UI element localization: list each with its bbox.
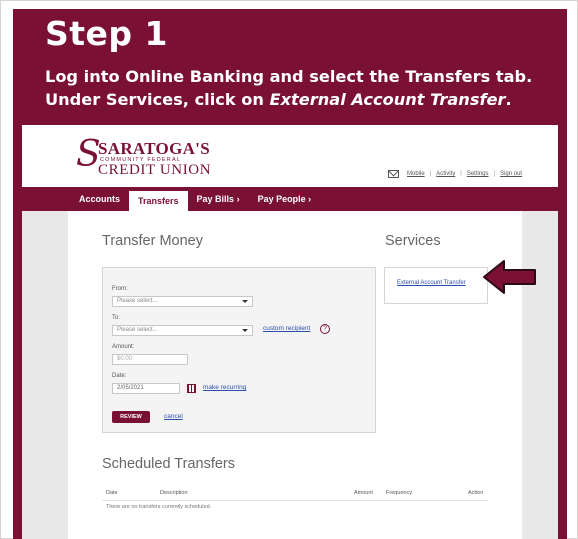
column-header-description: Description bbox=[160, 490, 188, 496]
to-select[interactable]: Please select... bbox=[112, 325, 253, 336]
credit-union-logo[interactable]: S SARATOGA'S COMMUNITY FEDERAL CREDIT UN… bbox=[76, 135, 226, 179]
amount-label: Amount: bbox=[112, 344, 135, 350]
empty-schedule-message: There are no transfers currently schedul… bbox=[106, 504, 212, 510]
logo-credit-union: CREDIT UNION bbox=[98, 162, 212, 178]
column-header-date: Date bbox=[106, 490, 118, 496]
review-button[interactable]: REVIEW bbox=[112, 411, 150, 423]
s-swirl-icon: S bbox=[76, 134, 101, 175]
column-header-amount: Amount bbox=[354, 490, 373, 496]
step-instruction-prefix: Under Services, click on bbox=[45, 90, 270, 109]
step-instruction-suffix: . bbox=[505, 90, 512, 109]
nav-accounts[interactable]: Accounts bbox=[70, 187, 129, 211]
from-label: From: bbox=[112, 286, 128, 292]
main-content: Transfer Money Services From: Please sel… bbox=[68, 211, 522, 539]
main-nav: Accounts Transfers Pay Bills › Pay Peopl… bbox=[22, 187, 558, 211]
arrow-left-icon bbox=[483, 260, 536, 294]
link-activity[interactable]: Activity bbox=[436, 171, 455, 177]
make-recurring-link[interactable]: make recurring bbox=[203, 384, 246, 391]
cancel-link[interactable]: cancel bbox=[164, 413, 183, 420]
step-instruction-line-2: Under Services, click on External Accoun… bbox=[45, 90, 512, 109]
custom-recipient-link[interactable]: custom recipient bbox=[263, 325, 310, 332]
amount-input[interactable]: $0.00 bbox=[112, 354, 188, 365]
logo-name: SARATOGA'S bbox=[98, 139, 210, 158]
from-select[interactable]: Please select... bbox=[112, 296, 253, 307]
nav-pay-people[interactable]: Pay People › bbox=[249, 187, 321, 211]
transfer-money-heading: Transfer Money bbox=[102, 233, 203, 249]
frame-rail-left bbox=[13, 125, 22, 539]
chevron-down-icon bbox=[242, 329, 248, 332]
step-instruction-line-1: Log into Online Banking and select the T… bbox=[45, 67, 533, 86]
transfer-form: From: Please select... To: Please select… bbox=[102, 267, 376, 433]
banking-screenshot: S SARATOGA'S COMMUNITY FEDERAL CREDIT UN… bbox=[22, 125, 558, 539]
nav-pay-bills[interactable]: Pay Bills › bbox=[188, 187, 249, 211]
date-input[interactable]: 2/05/2021 bbox=[112, 383, 180, 394]
column-header-action: Action bbox=[468, 490, 484, 496]
services-heading: Services bbox=[385, 233, 441, 249]
nav-transfers[interactable]: Transfers bbox=[129, 191, 188, 211]
help-circle-icon[interactable]: ? bbox=[320, 324, 330, 334]
step-title: Step 1 bbox=[45, 14, 168, 53]
services-box: External Account Transfer bbox=[384, 267, 488, 304]
scheduled-transfers-heading: Scheduled Transfers bbox=[102, 456, 235, 472]
external-account-transfer-link[interactable]: External Account Transfer bbox=[397, 280, 466, 286]
calendar-icon[interactable] bbox=[187, 384, 196, 393]
link-sign-out[interactable]: Sign out bbox=[500, 171, 522, 177]
from-select-value: Please select... bbox=[117, 298, 158, 304]
column-header-frequency: Frequency bbox=[386, 490, 412, 496]
link-mobile[interactable]: Mobile bbox=[407, 171, 425, 177]
frame-rail-right bbox=[558, 125, 567, 539]
link-settings[interactable]: Settings bbox=[467, 171, 489, 177]
to-select-value: Please select... bbox=[117, 327, 158, 333]
step-instruction-emphasis: External Account Transfer bbox=[269, 90, 506, 109]
step-header: Step 1 Log into Online Banking and selec… bbox=[13, 9, 567, 125]
date-label: Date: bbox=[112, 373, 127, 379]
separator: | bbox=[460, 171, 462, 177]
to-label: To: bbox=[112, 315, 121, 321]
chevron-down-icon bbox=[242, 300, 248, 303]
mail-icon[interactable] bbox=[388, 170, 399, 178]
utility-links: Mobile | Activity | Settings | Sign out bbox=[388, 167, 522, 181]
instruction-card: Step 1 Log into Online Banking and selec… bbox=[0, 0, 578, 539]
separator: | bbox=[429, 171, 432, 177]
table-divider bbox=[102, 500, 488, 501]
separator: | bbox=[493, 171, 496, 177]
